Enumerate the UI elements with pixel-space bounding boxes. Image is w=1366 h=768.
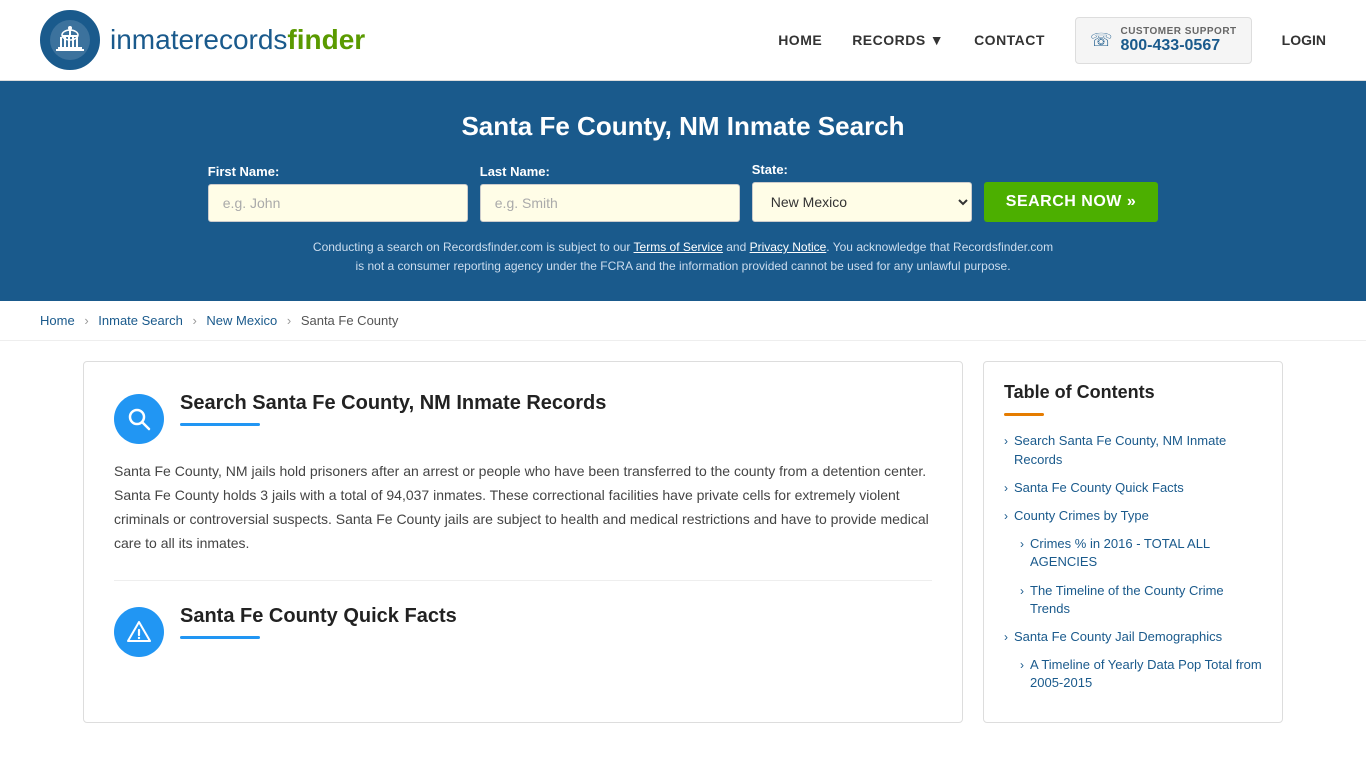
toc-underline (1004, 413, 1044, 416)
phone-icon: ☏ (1090, 30, 1113, 51)
toc-link-3[interactable]: › County Crimes by Type (1004, 507, 1262, 525)
breadcrumb-sep-2: › (192, 313, 196, 328)
state-group: State: New Mexico Alabama Alaska Arizona… (752, 162, 972, 222)
nav-records[interactable]: RECORDS ▼ (852, 32, 944, 48)
chevron-icon-1: › (1004, 433, 1008, 450)
section2-title-area: Santa Fe County Quick Facts (180, 605, 932, 639)
section-quick-facts: Santa Fe County Quick Facts (114, 605, 932, 657)
breadcrumb-inmate-search[interactable]: Inmate Search (98, 313, 183, 328)
breadcrumb: Home › Inmate Search › New Mexico › Sant… (0, 301, 1366, 341)
state-label: State: (752, 162, 788, 177)
toc-link-4[interactable]: › Crimes % in 2016 - TOTAL ALL AGENCIES (1020, 535, 1262, 571)
content-card: Search Santa Fe County, NM Inmate Record… (83, 361, 963, 723)
section2-header: Santa Fe County Quick Facts (114, 605, 932, 657)
chevron-icon-2: › (1004, 480, 1008, 497)
first-name-input[interactable] (208, 184, 468, 222)
toc-list: › Search Santa Fe County, NM Inmate Reco… (1004, 432, 1262, 692)
customer-support-text: CUSTOMER SUPPORT 800-433-0567 (1120, 26, 1236, 55)
logo-icon (40, 10, 100, 70)
search-form: First Name: Last Name: State: New Mexico… (40, 162, 1326, 222)
hero-section: Santa Fe County, NM Inmate Search First … (0, 81, 1366, 301)
chevron-icon-5: › (1020, 583, 1024, 600)
section1-underline (180, 423, 260, 426)
toc-item-5: › The Timeline of the County Crime Trend… (1020, 582, 1262, 618)
disclaimer-text: Conducting a search on Recordsfinder.com… (308, 238, 1058, 276)
toc-title: Table of Contents (1004, 382, 1262, 403)
nav-contact[interactable]: CONTACT (974, 32, 1045, 48)
section1-body: Santa Fe County, NM jails hold prisoners… (114, 460, 932, 555)
chevron-icon-6: › (1004, 629, 1008, 646)
chevron-icon-3: › (1004, 508, 1008, 525)
breadcrumb-home[interactable]: Home (40, 313, 75, 328)
toc-item-1: › Search Santa Fe County, NM Inmate Reco… (1004, 432, 1262, 468)
toc-link-1[interactable]: › Search Santa Fe County, NM Inmate Reco… (1004, 432, 1262, 468)
section-inmate-records: Search Santa Fe County, NM Inmate Record… (114, 392, 932, 555)
state-select[interactable]: New Mexico Alabama Alaska Arizona Califo… (752, 182, 972, 222)
customer-support-box[interactable]: ☏ CUSTOMER SUPPORT 800-433-0567 (1075, 17, 1252, 64)
last-name-input[interactable] (480, 184, 740, 222)
search-icon-circle (114, 394, 164, 444)
last-name-group: Last Name: (480, 164, 740, 222)
toc-link-5[interactable]: › The Timeline of the County Crime Trend… (1020, 582, 1262, 618)
first-name-label: First Name: (208, 164, 280, 179)
nav-login[interactable]: LOGIN (1282, 32, 1326, 48)
section2-underline (180, 636, 260, 639)
toc-item-6: › Santa Fe County Jail Demographics (1004, 628, 1262, 646)
logo-area: inmaterecordsfinder (40, 10, 365, 70)
section1-title-area: Search Santa Fe County, NM Inmate Record… (180, 392, 932, 426)
section-divider (114, 580, 932, 581)
section2-title: Santa Fe County Quick Facts (180, 605, 932, 628)
toc-link-7[interactable]: › A Timeline of Yearly Data Pop Total fr… (1020, 656, 1262, 692)
breadcrumb-new-mexico[interactable]: New Mexico (206, 313, 277, 328)
privacy-link[interactable]: Privacy Notice (750, 240, 827, 254)
toc-item-3: › County Crimes by Type (1004, 507, 1262, 525)
main-container: Search Santa Fe County, NM Inmate Record… (43, 361, 1323, 723)
section1-header: Search Santa Fe County, NM Inmate Record… (114, 392, 932, 444)
chevron-icon-7: › (1020, 657, 1024, 674)
logo-text: inmaterecordsfinder (110, 24, 365, 56)
breadcrumb-sep-3: › (287, 313, 291, 328)
last-name-label: Last Name: (480, 164, 550, 179)
chevron-icon-4: › (1020, 536, 1024, 553)
toc-item-4: › Crimes % in 2016 - TOTAL ALL AGENCIES (1020, 535, 1262, 571)
alert-icon-circle (114, 607, 164, 657)
toc-item-7: › A Timeline of Yearly Data Pop Total fr… (1020, 656, 1262, 692)
breadcrumb-current: Santa Fe County (301, 313, 399, 328)
toc-link-2[interactable]: › Santa Fe County Quick Facts (1004, 479, 1262, 497)
sidebar: Table of Contents › Search Santa Fe Coun… (983, 361, 1283, 723)
toc-item-2: › Santa Fe County Quick Facts (1004, 479, 1262, 497)
tos-link[interactable]: Terms of Service (634, 240, 723, 254)
first-name-group: First Name: (208, 164, 468, 222)
main-nav: HOME RECORDS ▼ CONTACT ☏ CUSTOMER SUPPOR… (778, 17, 1326, 64)
toc-card: Table of Contents › Search Santa Fe Coun… (983, 361, 1283, 723)
hero-title: Santa Fe County, NM Inmate Search (40, 111, 1326, 142)
toc-link-6[interactable]: › Santa Fe County Jail Demographics (1004, 628, 1262, 646)
nav-home[interactable]: HOME (778, 32, 822, 48)
section1-title: Search Santa Fe County, NM Inmate Record… (180, 392, 932, 415)
chevron-down-icon: ▼ (930, 32, 944, 48)
search-button[interactable]: SEARCH NOW » (984, 182, 1158, 222)
site-header: inmaterecordsfinder HOME RECORDS ▼ CONTA… (0, 0, 1366, 81)
breadcrumb-sep-1: › (84, 313, 88, 328)
